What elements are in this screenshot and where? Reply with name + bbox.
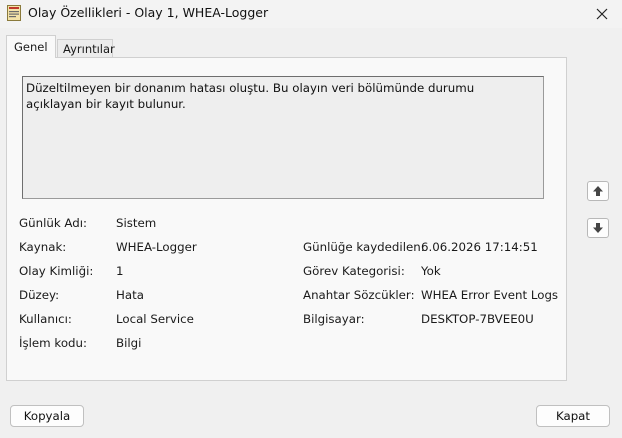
copy-button[interactable]: Kopyala	[10, 405, 84, 427]
opcode-value[interactable]: Bilgi	[116, 336, 141, 350]
arrow-down-icon	[593, 223, 603, 233]
title-bar: Olay Özellikleri - Olay 1, WHEA-Logger	[0, 0, 622, 28]
window-title: Olay Özellikleri - Olay 1, WHEA-Logger	[28, 5, 269, 20]
previous-event-button[interactable]	[587, 181, 609, 201]
event-id-label: Olay Kimliği:	[19, 264, 94, 278]
computer-value[interactable]: DESKTOP-7BVEE0U	[421, 312, 534, 326]
event-viewer-icon	[7, 5, 21, 21]
task-category-label: Görev Kategorisi:	[303, 264, 405, 278]
keywords-label: Anahtar Sözcükler:	[303, 288, 415, 302]
general-tab-panel: Düzeltilmeyen bir donanım hatası oluştu.…	[6, 57, 567, 381]
logged-value[interactable]: 6.06.2026 17:14:51	[421, 240, 538, 254]
close-window-button[interactable]	[582, 0, 622, 28]
log-name-value[interactable]: Sistem	[116, 216, 156, 230]
arrow-up-icon	[593, 186, 603, 196]
task-category-value[interactable]: Yok	[421, 264, 441, 278]
source-label: Kaynak:	[19, 240, 67, 254]
level-label: Düzey:	[19, 288, 60, 302]
user-label: Kullanıcı:	[19, 312, 72, 326]
close-icon	[596, 8, 608, 20]
opcode-label: İşlem kodu:	[19, 336, 87, 350]
source-value[interactable]: WHEA-Logger	[116, 240, 197, 254]
keywords-value[interactable]: WHEA Error Event Logs	[421, 288, 558, 302]
close-button[interactable]: Kapat	[536, 405, 610, 427]
tab-details[interactable]: Ayrıntılar	[57, 39, 115, 58]
user-value[interactable]: Local Service	[116, 312, 194, 326]
logged-label: Günlüğe kaydedilen:	[303, 240, 425, 254]
event-id-value[interactable]: 1	[116, 264, 124, 278]
tab-general[interactable]: Genel	[6, 35, 56, 58]
level-value[interactable]: Hata	[116, 288, 144, 302]
next-event-button[interactable]	[587, 218, 609, 238]
log-name-label: Günlük Adı:	[19, 216, 88, 230]
event-description[interactable]: Düzeltilmeyen bir donanım hatası oluştu.…	[22, 76, 544, 199]
computer-label: Bilgisayar:	[303, 312, 365, 326]
